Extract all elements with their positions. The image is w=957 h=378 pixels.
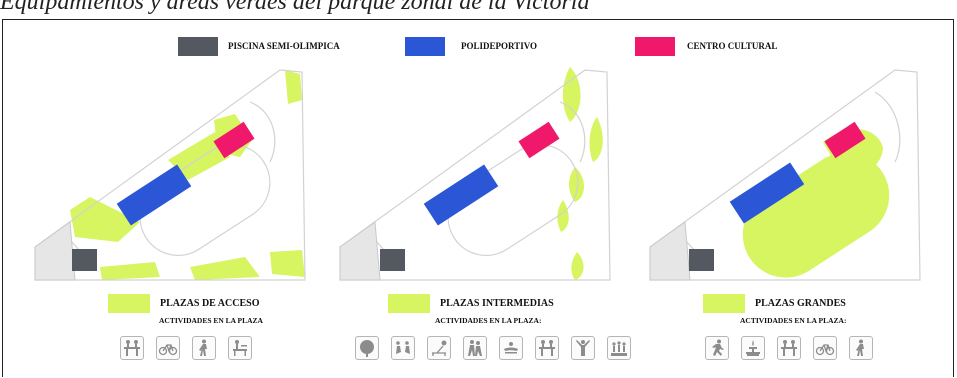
bicycle-icon [813,336,837,360]
stands-intermediate [339,221,381,281]
group-icon [607,336,631,360]
running-icon [705,336,729,360]
walking-icon [192,336,216,360]
tree-icon [355,336,379,360]
relax-icon [499,336,523,360]
legend-item-culture: CENTRO CULTURAL [635,36,777,56]
legend-label-pool: PISCINA SEMI-OLIMPICA [228,41,340,51]
dance-icon [463,336,487,360]
fountain-icon [741,336,765,360]
culture-block-intermediate [518,121,560,159]
pool-block-intermediate [380,249,405,271]
legend-swatch-culture [635,36,675,56]
caption-label-intermediate: PLAZAS INTERMEDIAS [440,298,554,309]
legend-item-pool: PISCINA SEMI-OLIMPICA [178,36,340,56]
sports-block-intermediate [423,164,499,226]
picnic-icon [777,336,801,360]
pool-block-large [689,249,714,271]
pool-block-access [72,249,97,271]
stretch-icon [571,336,595,360]
caption-label-access: PLAZAS DE ACCESO [160,298,260,309]
caption-label-large: PLAZAS GRANDES [755,298,846,309]
stands-access [34,221,76,281]
legend-swatch-sports [405,36,445,56]
activity-icons-intermediate [355,336,631,360]
legend-label-culture: CENTRO CULTURAL [687,41,778,51]
site-plan-access [34,69,306,281]
activity-icons-large [705,336,873,360]
caption-large: PLAZAS GRANDES [703,294,846,313]
caption-intermediate: PLAZAS INTERMEDIAS [388,294,554,313]
sports-block-access [116,164,192,226]
caption-swatch-intermediate [388,294,430,313]
site-plan-large [649,69,921,281]
stands-large [649,221,691,281]
green-areas-intermediate [557,67,603,280]
picnic-icon [120,336,144,360]
legend-swatch-pool [178,36,218,56]
page-title: Equipamientos y áreas verdes del parque … [0,0,590,15]
site-plan-intermediate [339,67,611,281]
picnic-icon [535,336,559,360]
bicycle-icon [156,336,180,360]
caption-swatch-large [703,294,745,313]
caption-swatch-access [108,294,150,313]
legend-item-sports: POLIDEPORTIVO [405,36,537,56]
legend-label-sports: POLIDEPORTIVO [461,41,538,51]
lounger-icon [427,336,451,360]
walking-icon [849,336,873,360]
exercise-icon [391,336,415,360]
caption-access: PLAZAS DE ACCESO [108,294,259,313]
caption-sub-access: ACTIVIDADES EN LA PLAZA [159,316,263,325]
caption-sub-intermediate: ACTIVIDADES EN LA PLAZA: [435,316,542,325]
activity-icons-access [120,336,252,360]
bench-icon [228,336,252,360]
caption-sub-large: ACTIVIDADES EN LA PLAZA: [740,316,847,325]
